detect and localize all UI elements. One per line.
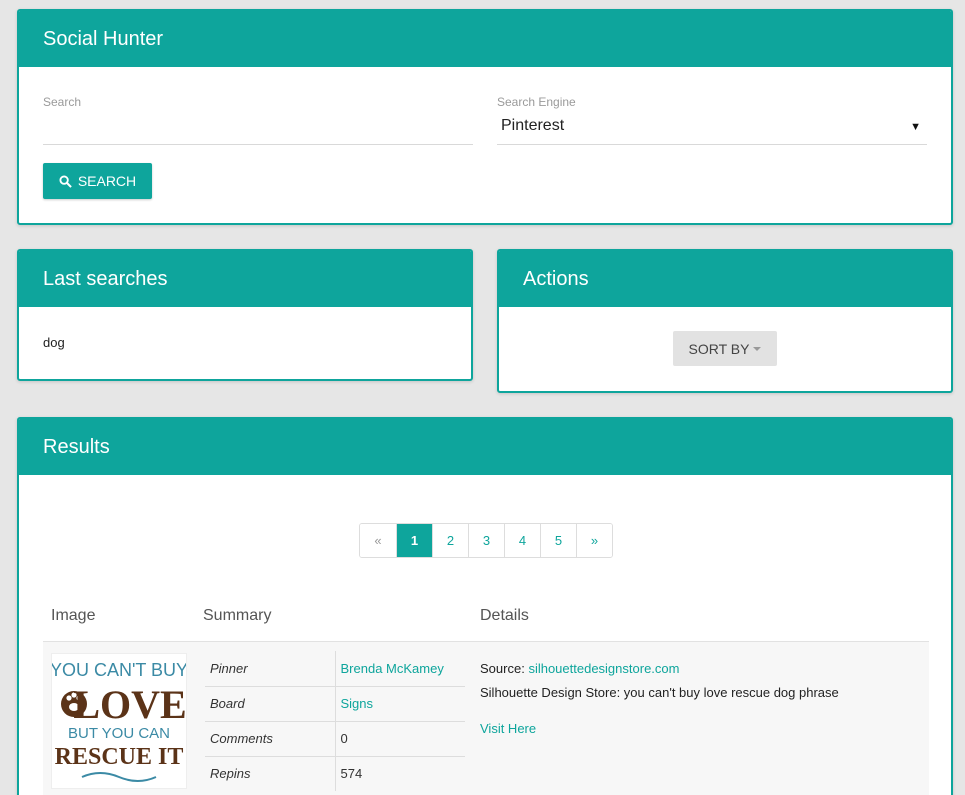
search-button[interactable]: SEARCH: [43, 163, 152, 199]
result-image-graphic: YOU CAN'T BUY LOVE BUT YOU CAN RESCUE IT: [50, 660, 188, 782]
caret-down-icon: [753, 346, 762, 351]
source-label: Source:: [480, 661, 525, 676]
source-link[interactable]: silhouettedesignstore.com: [528, 661, 679, 676]
result-details: Source: silhouettedesignstore.com Silhou…: [480, 657, 839, 741]
search-panel: Social Hunter Search Search Engine Pinte…: [17, 9, 953, 225]
summary-row-comments: Comments 0: [205, 721, 465, 757]
source-line: Source: silhouettedesignstore.com: [480, 657, 839, 681]
page-button-2[interactable]: 2: [432, 524, 468, 557]
column-header-summary: Summary: [203, 607, 272, 624]
last-searches-title: Last searches: [19, 251, 471, 307]
visit-link[interactable]: Visit Here: [480, 717, 839, 741]
summary-key: Repins: [205, 756, 336, 791]
summary-key: Pinner: [205, 651, 336, 687]
actions-panel: Actions SORT BY: [497, 249, 953, 393]
search-label: Search: [43, 95, 82, 109]
search-input[interactable]: [43, 115, 473, 141]
page-prev-button[interactable]: «: [360, 524, 396, 557]
sort-by-label: SORT BY: [688, 340, 750, 357]
comments-value: 0: [335, 721, 465, 757]
last-searches-panel: Last searches dog: [17, 249, 473, 381]
last-search-item[interactable]: dog: [43, 335, 65, 350]
caret-down-icon[interactable]: ▼: [910, 121, 921, 133]
pagination: « 1 2 3 4 5 »: [359, 523, 613, 558]
search-engine-select[interactable]: Search Engine Pinterest ▼: [497, 95, 927, 145]
search-field[interactable]: Search: [43, 95, 473, 145]
result-description: Silhouette Design Store: you can't buy l…: [480, 685, 839, 700]
page-button-1[interactable]: 1: [396, 524, 432, 557]
search-button-label: SEARCH: [77, 173, 137, 189]
app-title: Social Hunter: [19, 11, 951, 67]
actions-title: Actions: [499, 251, 951, 307]
result-image[interactable]: YOU CAN'T BUY LOVE BUT YOU CAN RESCUE IT: [50, 653, 188, 789]
sort-by-button[interactable]: SORT BY: [673, 331, 777, 366]
search-engine-label: Search Engine: [497, 95, 576, 109]
page-button-4[interactable]: 4: [504, 524, 540, 557]
board-link[interactable]: Signs: [341, 696, 374, 711]
column-header-image: Image: [51, 607, 96, 624]
search-engine-value[interactable]: Pinterest: [501, 117, 564, 135]
results-panel: Results « 1 2 3 4 5 » Image Summary Deta…: [17, 417, 953, 795]
image-text-line4: RESCUE IT: [55, 744, 184, 770]
summary-key: Board: [205, 686, 336, 722]
page-next-button[interactable]: »: [576, 524, 612, 557]
repins-value: 574: [340, 766, 363, 782]
summary-row-repins: Repins 574: [205, 756, 465, 791]
search-underline: [43, 144, 473, 145]
results-title: Results: [19, 419, 951, 475]
column-header-details: Details: [480, 607, 529, 624]
image-text-line3: BUT YOU CAN: [68, 725, 170, 742]
image-text-line1: YOU CAN'T BUY: [52, 660, 186, 680]
page-button-3[interactable]: 3: [468, 524, 504, 557]
pinner-link[interactable]: Brenda McKamey: [341, 661, 444, 676]
summary-row-board: Board Signs: [205, 686, 465, 722]
summary-row-pinner: Pinner Brenda McKamey: [205, 651, 465, 687]
search-engine-underline: [497, 144, 927, 145]
search-icon: [59, 174, 72, 188]
summary-key: Comments: [205, 721, 336, 757]
summary-table: Pinner Brenda McKamey Board Signs Commen…: [205, 651, 465, 791]
image-text-line2: LOVE: [73, 682, 186, 727]
page-button-5[interactable]: 5: [540, 524, 576, 557]
